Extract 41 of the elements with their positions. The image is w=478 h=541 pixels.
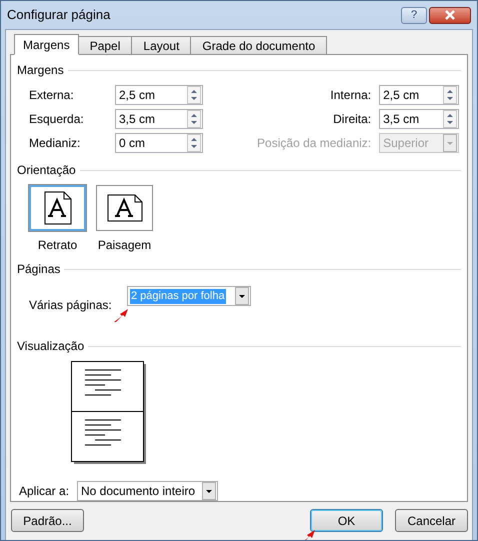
landscape-page-icon [106, 194, 142, 222]
field-label: Várias páginas: [29, 296, 113, 314]
tab[interactable]: Layout [131, 36, 192, 54]
field-label: Externa: [29, 87, 75, 104]
close-icon [444, 10, 456, 20]
field-label: Interna: [329, 87, 372, 104]
close-button[interactable] [429, 6, 471, 24]
field-label: Posição da medianiz: [256, 135, 372, 152]
help-button[interactable]: ? [401, 6, 427, 24]
spin-field[interactable]: 3,5 cm [115, 109, 203, 129]
field-label: Esquerda: [29, 111, 85, 128]
group-heading: Orientação [17, 162, 76, 179]
group-heading: Páginas [17, 261, 60, 278]
spin-field[interactable]: 2,5 cm [379, 85, 459, 105]
dialog-button[interactable]: Padrão... [11, 509, 84, 532]
spinner-icon[interactable] [187, 110, 201, 128]
portrait-page-icon [44, 191, 72, 225]
tab[interactable]: Papel [78, 36, 132, 54]
tab[interactable]: Grade do documento [190, 36, 328, 54]
spinner-icon[interactable] [443, 86, 457, 104]
spin-field[interactable]: 2,5 cm [115, 85, 203, 105]
dialog-button[interactable]: Cancelar [395, 509, 468, 532]
dialog-button[interactable]: OK [310, 509, 383, 532]
window-title: Configurar página [7, 6, 112, 24]
orientation-button[interactable] [96, 185, 153, 231]
orientation-button[interactable] [29, 185, 86, 231]
spinner-icon[interactable] [443, 110, 457, 128]
group-heading: Margens [17, 62, 64, 79]
spinner-icon[interactable] [187, 134, 201, 152]
field-label: Direita: [332, 111, 372, 128]
dropdown[interactable]: No documento inteiro [77, 481, 218, 501]
spinner-icon[interactable] [187, 86, 201, 104]
option-label: Paisagem [98, 237, 152, 254]
option-label: Retrato [38, 237, 78, 254]
spin-field[interactable]: 0 cm [115, 133, 203, 153]
field-label: Medianiz: [29, 135, 82, 152]
tab[interactable]: Margens [14, 34, 79, 55]
arrow-icon [113, 307, 131, 323]
group-heading: Visualização [17, 338, 84, 355]
field-label: Aplicar a: [19, 483, 70, 500]
spin-field[interactable]: 3,5 cm [379, 109, 459, 129]
